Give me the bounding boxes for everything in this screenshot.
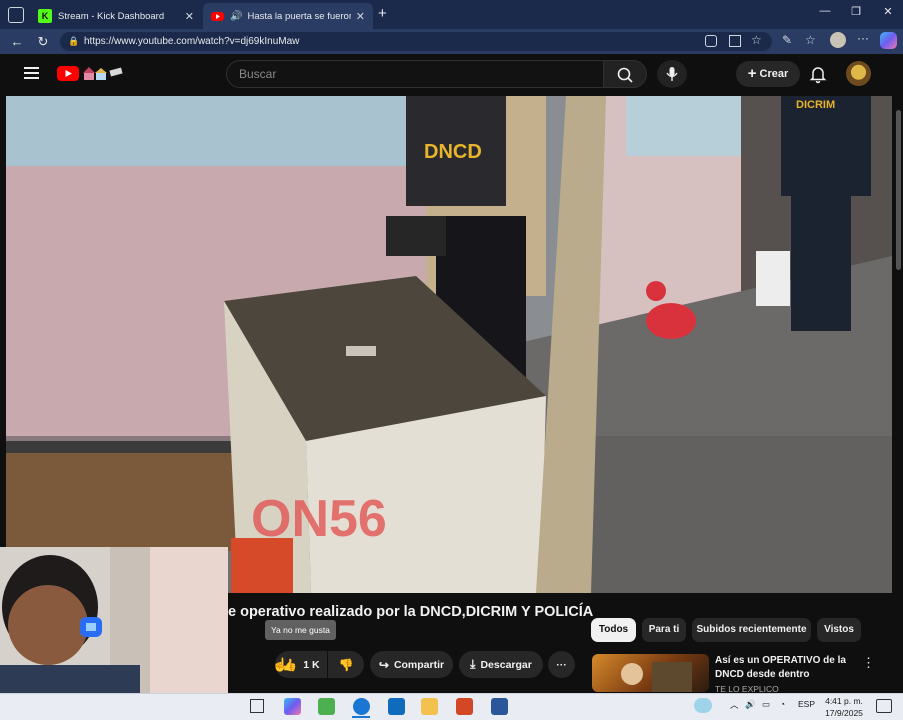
account-avatar[interactable] bbox=[846, 61, 871, 86]
file-explorer-icon[interactable] bbox=[421, 698, 438, 715]
webcam-overlay bbox=[0, 547, 228, 693]
download-icon: ⤓ bbox=[470, 657, 476, 671]
vest-text-2: DICRIM bbox=[796, 99, 835, 111]
clock-date[interactable]: 17/9/2025 bbox=[822, 708, 866, 718]
speaker-icon[interactable]: 🔊 bbox=[230, 11, 242, 22]
kick-favicon-icon: K bbox=[38, 9, 52, 23]
minecraft-icon[interactable] bbox=[318, 698, 335, 715]
address-bar[interactable]: 🔒 https://www.youtube.com/watch?v=dj69kI… bbox=[60, 32, 772, 51]
chip-todos[interactable]: Todos bbox=[591, 618, 636, 642]
task-view-icon[interactable] bbox=[250, 699, 264, 713]
search-icon bbox=[617, 67, 633, 83]
menu-icon[interactable] bbox=[24, 67, 39, 79]
microphone-icon bbox=[666, 67, 678, 81]
back-icon[interactable]: ← bbox=[8, 33, 26, 51]
lock-icon: 🔒 bbox=[68, 36, 80, 46]
favorite-star-icon[interactable]: ☆ bbox=[751, 33, 762, 47]
app-available-icon[interactable] bbox=[705, 35, 717, 47]
active-app-indicator bbox=[352, 716, 370, 718]
search-button[interactable] bbox=[603, 60, 647, 88]
url-text: https://www.youtube.com/watch?v=dj69kInu… bbox=[84, 36, 300, 47]
thumbs-down-icon: 👎 bbox=[338, 657, 354, 672]
close-icon[interactable]: ✕ bbox=[356, 10, 365, 23]
webcam-feed bbox=[0, 547, 228, 693]
new-tab-icon[interactable]: + bbox=[378, 5, 387, 22]
tab-youtube-video[interactable]: 🔊 Hasta la puerta se fueron en ✕ bbox=[203, 3, 373, 29]
tab-kick-dashboard[interactable]: K Stream - Kick Dashboard ✕ bbox=[30, 3, 202, 29]
profile-avatar[interactable] bbox=[830, 32, 846, 48]
tab-actions-icon[interactable] bbox=[8, 7, 24, 23]
extensions-icon[interactable]: ✎ bbox=[782, 33, 792, 47]
edge-icon[interactable] bbox=[353, 698, 370, 715]
wifi-icon[interactable]: ◔ bbox=[780, 699, 785, 709]
youtube-logo-icon[interactable] bbox=[57, 66, 79, 81]
more-icon[interactable]: ··· bbox=[857, 31, 869, 45]
language-indicator[interactable]: ESP bbox=[798, 699, 815, 709]
scrollbar-thumb[interactable] bbox=[896, 110, 901, 270]
powerpoint-icon[interactable] bbox=[456, 698, 473, 715]
outlook-icon[interactable] bbox=[388, 698, 405, 715]
chip-para-ti[interactable]: Para ti bbox=[642, 618, 686, 642]
show-hidden-icons-icon[interactable]: ︿ bbox=[730, 699, 739, 711]
dislike-button[interactable]: 👎 bbox=[328, 651, 364, 678]
search-input[interactable]: Buscar bbox=[226, 60, 604, 88]
youtube-favicon-icon bbox=[211, 11, 224, 21]
notification-center-icon[interactable] bbox=[876, 699, 892, 713]
recommendation-thumbnail[interactable] bbox=[592, 654, 709, 692]
video-title: e operativo realizado por la DNCD,DICRIM… bbox=[228, 604, 594, 620]
share-icon: ↪ bbox=[378, 657, 389, 672]
video-frame: DNCD DICRIM ON56 bbox=[6, 96, 892, 593]
more-icon: ··· bbox=[556, 658, 567, 671]
weather-icon[interactable] bbox=[694, 698, 712, 713]
more-actions-button[interactable]: ··· bbox=[548, 651, 575, 678]
read-aloud-icon[interactable] bbox=[729, 35, 741, 47]
clock-time[interactable]: 4:41 p. m. bbox=[822, 696, 866, 706]
mouse-cursor-icon: ☝ bbox=[272, 657, 289, 672]
create-button[interactable]: + Crear bbox=[736, 61, 800, 87]
doodle-logo[interactable] bbox=[82, 66, 126, 81]
volume-icon[interactable]: 🔊 bbox=[745, 699, 756, 710]
recommendation-more-icon[interactable]: ⋮ bbox=[862, 655, 875, 671]
recommendation-title[interactable]: Así es un OPERATIVO de la DNCD desde den… bbox=[715, 654, 855, 682]
video-player[interactable]: DNCD DICRIM ON56 bbox=[6, 96, 892, 593]
copilot-icon[interactable] bbox=[880, 32, 897, 49]
download-button[interactable]: ⤓ Descargar bbox=[459, 651, 543, 678]
download-label: Descargar bbox=[480, 658, 532, 671]
dislike-tooltip: Ya no me gusta bbox=[265, 620, 336, 640]
tab-label: Hasta la puerta se fueron en bbox=[247, 10, 352, 22]
chip-subidos-recientemente[interactable]: Subidos recientemente bbox=[692, 618, 811, 642]
word-icon[interactable] bbox=[491, 698, 508, 715]
battery-icon[interactable]: ▭ bbox=[762, 699, 770, 710]
like-count: 1 K bbox=[303, 658, 320, 671]
copilot-taskbar-icon[interactable] bbox=[284, 698, 301, 715]
share-label: Compartir bbox=[393, 658, 445, 671]
notifications-button[interactable] bbox=[806, 62, 830, 86]
minimize-icon[interactable]: — bbox=[810, 5, 840, 23]
window-close-icon[interactable]: ✕ bbox=[873, 5, 903, 23]
close-icon[interactable]: ✕ bbox=[185, 10, 194, 23]
favorites-icon[interactable]: ☆ bbox=[805, 33, 816, 47]
refresh-icon[interactable]: ↻ bbox=[34, 33, 52, 51]
plus-icon: + bbox=[747, 65, 757, 82]
tab-label: Stream - Kick Dashboard bbox=[58, 10, 165, 22]
voice-search-button[interactable] bbox=[657, 60, 687, 88]
create-label: Crear bbox=[759, 68, 789, 80]
share-button[interactable]: ↪ Compartir bbox=[370, 651, 453, 678]
chip-vistos[interactable]: Vistos bbox=[817, 618, 861, 642]
restore-icon[interactable]: ❐ bbox=[841, 5, 871, 23]
search-placeholder: Buscar bbox=[239, 67, 277, 81]
bell-icon bbox=[809, 67, 827, 84]
vest-text: DNCD bbox=[424, 141, 482, 163]
